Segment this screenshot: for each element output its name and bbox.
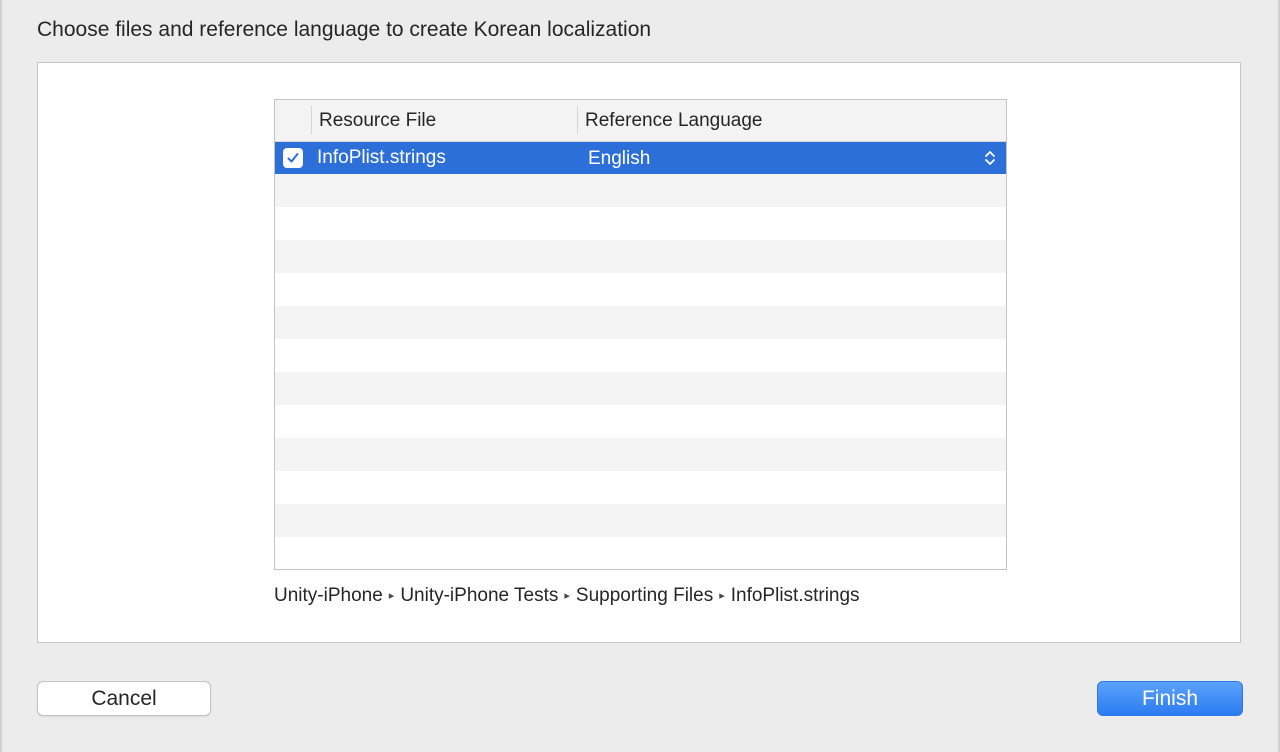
include-checkbox[interactable] [283, 148, 303, 168]
empty-row [275, 339, 1006, 372]
reference-language-popup[interactable]: English [588, 148, 650, 170]
column-header-resource-file[interactable]: Resource File [319, 110, 436, 132]
file-path-breadcrumb: Unity-iPhone ▸ Unity-iPhone Tests ▸ Supporti… [274, 585, 860, 607]
files-table: Resource File Reference Language InfoPli… [274, 99, 1007, 570]
checkmark-icon [287, 153, 299, 163]
dialog-prompt: Choose files and reference language to c… [37, 18, 652, 41]
breadcrumb-item: Unity-iPhone Tests [400, 585, 559, 606]
up-down-chevron-icon[interactable] [983, 148, 997, 168]
breadcrumb-item: Unity-iPhone [274, 585, 383, 606]
empty-row [275, 537, 1006, 569]
empty-row [275, 504, 1006, 537]
empty-row [275, 438, 1006, 471]
finish-button[interactable]: Finish [1097, 681, 1243, 716]
cancel-button[interactable]: Cancel [37, 681, 211, 716]
empty-row [275, 207, 1006, 240]
window-edge-left [0, 0, 2, 752]
empty-row [275, 471, 1006, 504]
table-body: InfoPlist.strings English [275, 142, 1006, 569]
column-divider [577, 106, 578, 134]
empty-row [275, 240, 1006, 273]
resource-file-name: InfoPlist.strings [317, 147, 446, 168]
breadcrumb-item: Supporting Files [575, 585, 714, 606]
table-header: Resource File Reference Language [275, 100, 1006, 142]
empty-row [275, 273, 1006, 306]
empty-row [275, 405, 1006, 438]
breadcrumb-item: InfoPlist.strings [730, 585, 860, 606]
breadcrumb-separator-icon: ▸ [388, 590, 395, 602]
column-divider [311, 106, 312, 134]
empty-row [275, 372, 1006, 405]
column-header-reference-language[interactable]: Reference Language [585, 110, 762, 132]
breadcrumb-separator-icon: ▸ [719, 590, 725, 602]
table-row[interactable]: InfoPlist.strings English [275, 142, 1006, 174]
empty-row [275, 174, 1006, 207]
empty-row [275, 306, 1006, 339]
content-panel: Resource File Reference Language InfoPli… [37, 62, 1241, 643]
localization-dialog: Choose files and reference language to c… [0, 0, 1280, 752]
breadcrumb-separator-icon: ▸ [564, 590, 570, 602]
